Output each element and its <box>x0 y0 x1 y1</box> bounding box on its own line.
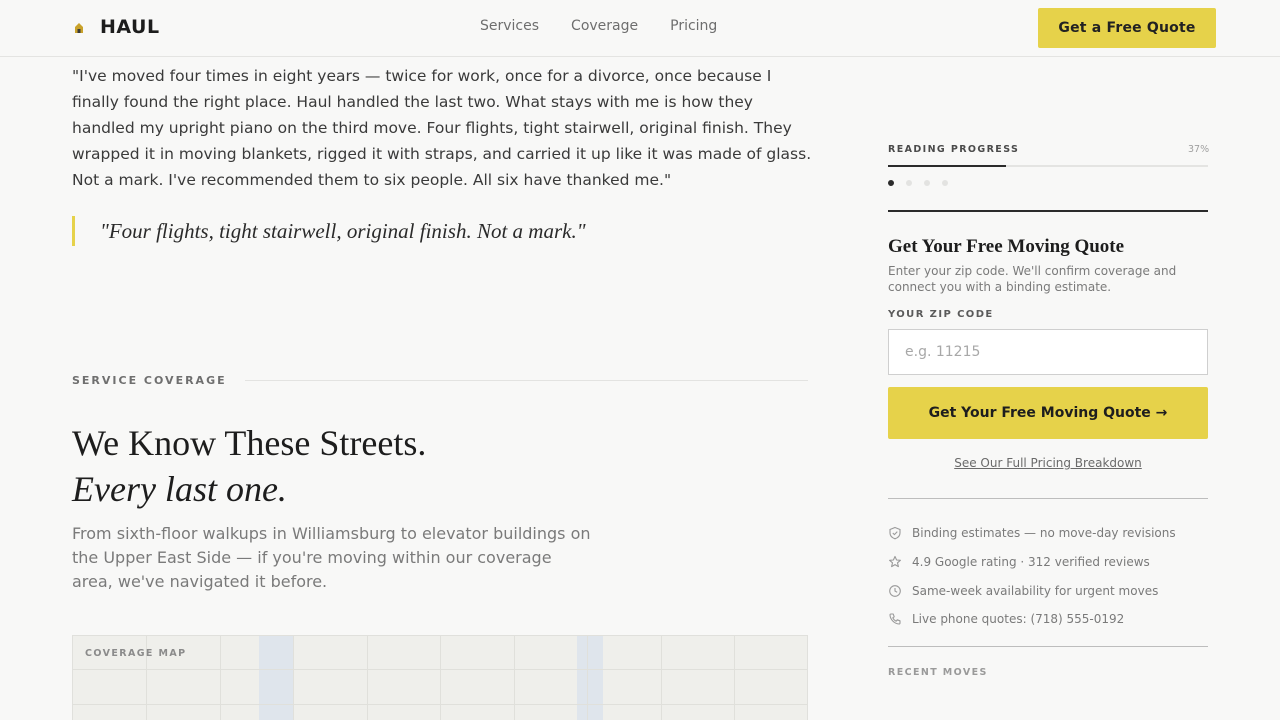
map-river <box>259 636 293 720</box>
section-dot[interactable] <box>906 180 912 186</box>
brand-logo[interactable]: HAUL <box>72 16 160 38</box>
shield-icon <box>889 527 901 540</box>
recent-moves-label: RECENT MOVES <box>888 667 988 678</box>
reading-progress-percent: 37% <box>1188 144 1210 155</box>
nav-coverage[interactable]: Coverage <box>571 18 638 34</box>
map-grid-line <box>734 636 735 720</box>
coverage-heading-line2: Every last one. <box>72 469 287 509</box>
map-grid-line <box>73 704 807 705</box>
site-header: HAUL Services Coverage Pricing Get a Fre… <box>0 0 1280 57</box>
phone-icon <box>889 613 901 625</box>
divider <box>888 646 1208 647</box>
pricing-breakdown-link[interactable]: See Our Full Pricing Breakdown <box>888 456 1208 470</box>
map-grid-line <box>661 636 662 720</box>
section-dot[interactable] <box>942 180 948 186</box>
section-dot[interactable] <box>924 180 930 186</box>
logo-icon <box>72 20 86 34</box>
section-dots <box>888 180 948 186</box>
divider <box>888 498 1208 499</box>
clock-icon <box>889 584 901 597</box>
trust-item-text: Live phone quotes: (718) 555-0192 <box>912 612 1125 627</box>
nav-services[interactable]: Services <box>480 18 539 34</box>
trust-item-text: 4.9 Google rating · 312 verified reviews <box>912 555 1150 570</box>
testimonial-text: "I've moved four times in eight years — … <box>72 67 812 189</box>
coverage-heading: We Know These Streets. Every last one. <box>72 420 426 512</box>
map-grid-line <box>587 636 588 720</box>
trust-item-text: Same-week availability for urgent moves <box>912 583 1159 598</box>
quote-form-subtitle: Enter your zip code. We'll confirm cover… <box>888 264 1177 294</box>
map-grid-line <box>220 636 221 720</box>
section-eyebrow: SERVICE COVERAGE <box>72 374 808 387</box>
zip-code-label: YOUR ZIP CODE <box>888 309 994 320</box>
main-nav: Services Coverage Pricing <box>480 18 717 34</box>
map-river <box>577 636 603 720</box>
map-grid-line <box>440 636 441 720</box>
coverage-lede: From sixth-floor walkups in Williamsburg… <box>72 524 591 591</box>
map-grid-line <box>367 636 368 720</box>
map-label: COVERAGE MAP <box>85 648 187 659</box>
coverage-heading-line1: We Know These Streets. <box>72 423 427 463</box>
reading-progress-fill <box>888 165 1007 167</box>
coverage-map[interactable]: COVERAGE MAP <box>72 635 808 720</box>
zip-code-input[interactable] <box>888 329 1208 375</box>
divider <box>244 380 808 381</box>
reading-progress-bar <box>888 165 1208 167</box>
get-moving-quote-button[interactable]: Get Your Free Moving Quote → <box>888 387 1208 439</box>
brand-name: HAUL <box>100 16 160 38</box>
get-free-quote-button[interactable]: Get a Free Quote <box>1038 8 1216 48</box>
trust-item: Binding estimates — no move-day revision… <box>888 519 1208 548</box>
nav-pricing[interactable]: Pricing <box>670 18 717 34</box>
trust-list: Binding estimates — no move-day revision… <box>888 519 1208 634</box>
section-dot[interactable] <box>888 180 894 186</box>
trust-item-text: Binding estimates — no move-day revision… <box>912 526 1176 541</box>
trust-item: Live phone quotes: (718) 555-0192 <box>888 605 1208 634</box>
divider <box>888 210 1208 212</box>
pull-quote: "Four flights, tight stairwell, original… <box>72 216 586 246</box>
map-grid-line <box>73 669 807 670</box>
map-grid-line <box>514 636 515 720</box>
map-grid-line <box>293 636 294 720</box>
trust-item: 4.9 Google rating · 312 verified reviews <box>888 548 1208 577</box>
reading-progress-label: READING PROGRESS <box>888 144 1020 155</box>
quote-form-title: Get Your Free Moving Quote <box>888 236 1125 257</box>
section-eyebrow-label: SERVICE COVERAGE <box>72 374 227 387</box>
star-icon <box>889 555 901 568</box>
trust-item: Same-week availability for urgent moves <box>888 576 1208 605</box>
